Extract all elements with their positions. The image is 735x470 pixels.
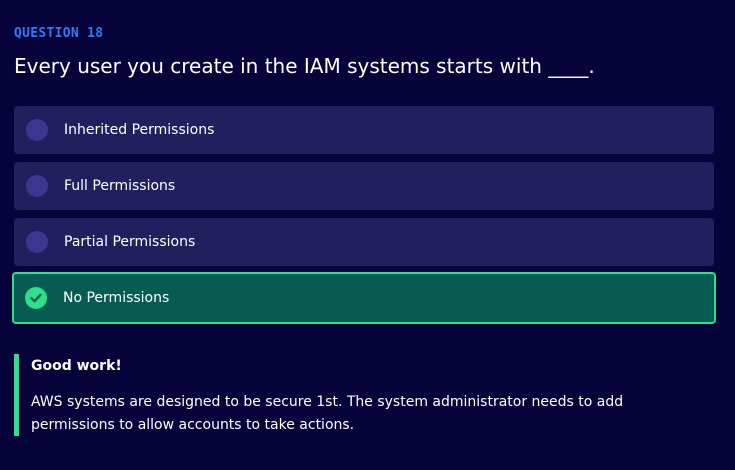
radio-circle-icon <box>26 119 48 141</box>
checkmark-icon <box>30 293 42 303</box>
answer-options: Inherited Permissions Full Permissions P… <box>12 106 716 332</box>
feedback-title: Good work! <box>31 358 122 374</box>
answer-option-label: Inherited Permissions <box>64 122 215 138</box>
feedback-panel: Good work! AWS systems are designed to b… <box>14 354 704 436</box>
question-number-label: QUESTION 18 <box>14 26 104 41</box>
answer-option-label: No Permissions <box>63 290 170 306</box>
answer-option-partial-permissions[interactable]: Partial Permissions <box>14 218 714 266</box>
answer-option-inherited-permissions[interactable]: Inherited Permissions <box>14 106 714 154</box>
answer-option-label: Full Permissions <box>64 178 176 194</box>
radio-circle-icon <box>26 175 48 197</box>
feedback-body: AWS systems are designed to be secure 1s… <box>31 394 624 433</box>
radio-circle-icon <box>26 231 48 253</box>
answer-option-full-permissions[interactable]: Full Permissions <box>14 162 714 210</box>
answer-option-no-permissions[interactable]: No Permissions <box>12 272 716 324</box>
answer-option-label: Partial Permissions <box>64 234 196 250</box>
question-text: Every user you create in the IAM systems… <box>14 54 595 78</box>
check-circle-icon <box>25 287 47 309</box>
